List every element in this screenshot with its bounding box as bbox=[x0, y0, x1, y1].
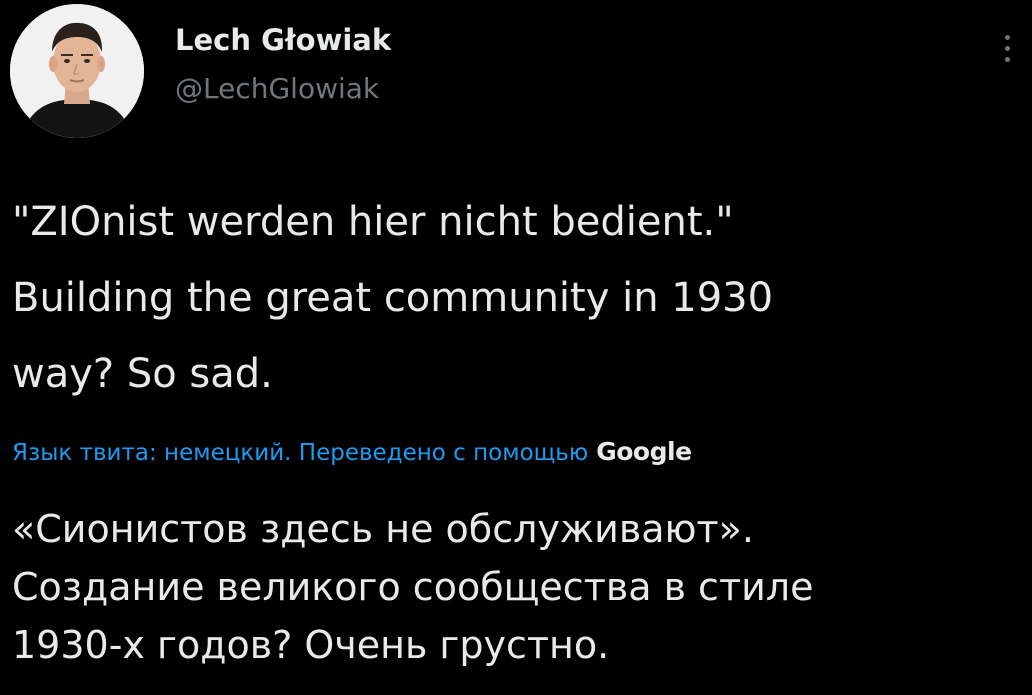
translation-attribution: Язык твита: немецкий. Переведено с помощ… bbox=[12, 437, 692, 466]
tweet-text-line: Building the great community in 1930 bbox=[12, 275, 774, 321]
google-logo: Google bbox=[596, 437, 692, 466]
avatar-photo-icon bbox=[10, 4, 144, 138]
tweet-text: "ZIOnist werden hier nicht bedient." Bui… bbox=[12, 184, 1002, 412]
tweet-card: Lech Głowiak @LechGlowiak "ZIOnist werde… bbox=[0, 0, 1032, 695]
author-display-name[interactable]: Lech Głowiak bbox=[175, 22, 391, 58]
more-options-button[interactable] bbox=[992, 26, 1022, 70]
tweet-text-line: way? So sad. bbox=[12, 351, 273, 397]
translated-text-line: 1930-х годов? Очень грустно. bbox=[12, 623, 610, 667]
translation-link[interactable]: Язык твита: немецкий. Переведено с помощ… bbox=[12, 440, 588, 466]
translated-text-line: «Сионистов здесь не обслуживают». bbox=[12, 507, 754, 551]
author-info: Lech Głowiak @LechGlowiak bbox=[175, 22, 391, 106]
author-handle[interactable]: @LechGlowiak bbox=[175, 72, 391, 106]
translated-text-line: Создание великого сообщества в стиле bbox=[12, 565, 814, 609]
author-avatar[interactable] bbox=[10, 4, 144, 138]
translated-tweet-text: «Сионистов здесь не обслуживают». Создан… bbox=[12, 500, 1002, 674]
tweet-text-line: "ZIOnist werden hier nicht bedient." bbox=[12, 199, 734, 245]
more-vertical-icon bbox=[1004, 34, 1010, 62]
